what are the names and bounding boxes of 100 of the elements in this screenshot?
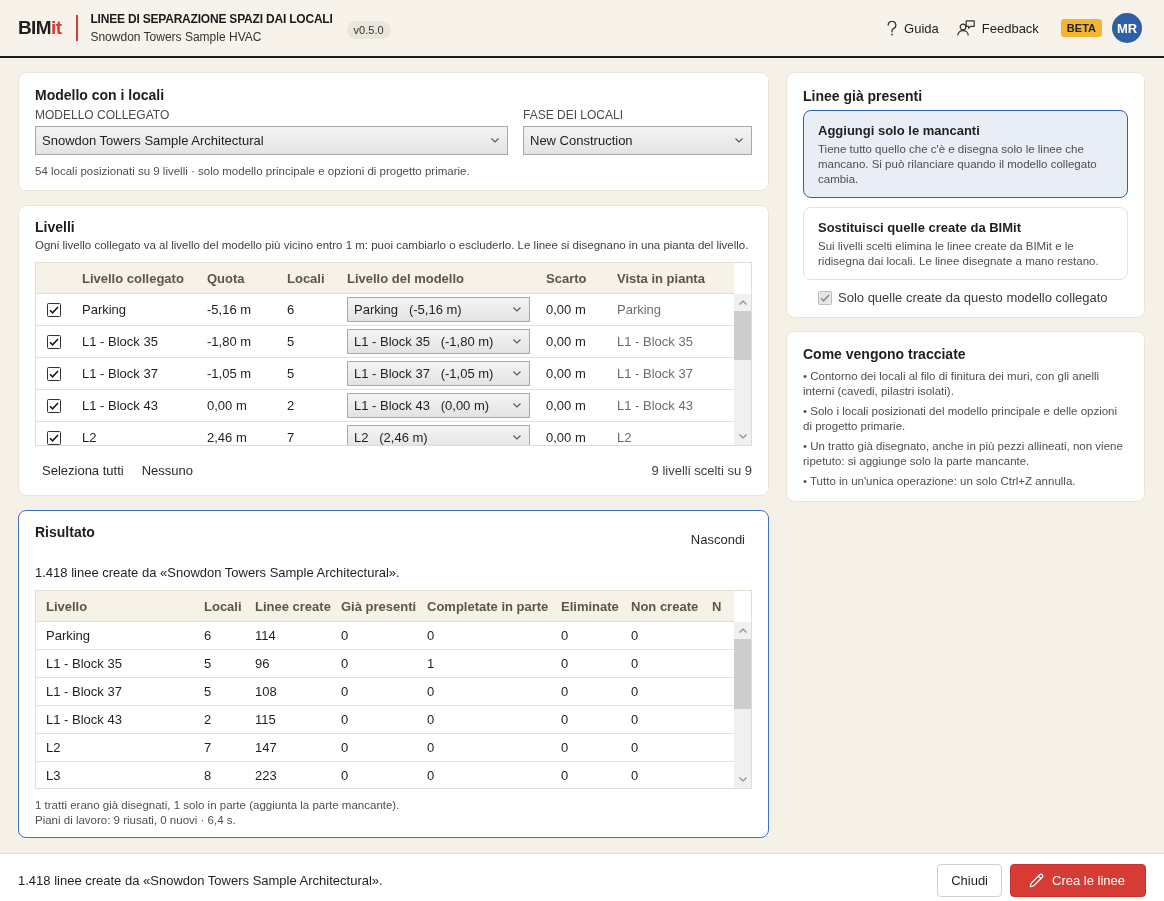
table-cell-text: L1 - Block 35	[45, 656, 122, 671]
table-cell: -1,05 m	[207, 366, 252, 381]
scroll-down-icon[interactable]	[738, 434, 747, 439]
dropdown-field[interactable]: New Construction	[523, 126, 752, 155]
table-cell-text: 0	[340, 712, 349, 727]
table-cell: 5	[287, 366, 295, 381]
table-cell: L1 - Block 43	[82, 398, 158, 413]
card-title: Livelli	[35, 218, 76, 236]
level-select[interactable]: L1 - Block 37 (-1,05 m)	[347, 361, 530, 386]
chevron-down-icon	[513, 371, 521, 376]
level-select[interactable]: L1 - Block 43 (0,00 m)	[347, 393, 530, 418]
card-title: Risultato	[35, 523, 95, 541]
help-link[interactable]: Guida	[885, 16, 941, 40]
table-cell-text: 0	[426, 628, 435, 643]
table-cell-text: 147	[254, 740, 277, 755]
table-cell-text: 0	[560, 712, 569, 727]
level-select[interactable]: Parking (-5,16 m)	[347, 297, 530, 322]
checkbox[interactable]	[47, 398, 61, 413]
chevron-down-icon	[491, 138, 499, 143]
table-cell-text: 0	[560, 684, 569, 699]
status-text: 1.418 linee create da «Snowdon Towers Sample Architectural».	[18, 873, 383, 888]
table-cell-text: 0	[630, 656, 639, 671]
table-cell: 0,00 m	[546, 334, 586, 349]
table-cell-text: 0	[340, 768, 349, 783]
table-cell: L1 - Block 35	[82, 334, 158, 349]
result-note: 1 tratti erano già disegnati, 1 solo in parte (aggiunta la parte mancante).	[35, 798, 401, 813]
table-cell-text: 0	[630, 712, 639, 727]
table-cell: 7	[287, 430, 295, 445]
table-cell: 6	[287, 302, 295, 317]
level-select[interactable]: L1 - Block 35 (-1,80 m)	[347, 329, 530, 354]
app-title: LINEE DI SEPARAZIONE SPAZI DAI LOCALI	[90, 12, 333, 26]
selection-button[interactable]: Nessuno	[134, 459, 200, 481]
column-header: Vista in pianta	[617, 270, 706, 286]
bullet-text: • Un tratto già disegnato, anche in più pezzi allineati, non viene ripetuto: si aggiunge solo la parte mancante.	[803, 439, 1124, 469]
table-cell-text: 223	[254, 768, 277, 783]
selection-button[interactable]: Seleziona tutti	[35, 459, 131, 481]
hide-button[interactable]: Nascondi	[683, 529, 752, 550]
table-cell-text: 0	[340, 740, 349, 755]
chevron-down-icon	[735, 138, 743, 143]
option-card[interactable]: Aggiungi solo le mancanti Tiene tutto quello che c'è e disegna solo le linee che mancano. Si può rilanciare quando il modello collegato cambia.	[803, 110, 1128, 198]
checkbox[interactable]	[47, 430, 61, 445]
table-cell: 0,00 m	[207, 398, 247, 413]
scrollbar[interactable]	[734, 294, 751, 445]
checkbox[interactable]	[47, 366, 61, 381]
column-header: Locali	[203, 598, 243, 614]
column-header: Non create	[630, 598, 700, 614]
dropdown-field[interactable]: Snowdon Towers Sample Architectural	[35, 126, 508, 155]
help-icon	[887, 20, 898, 36]
table-cell-text: L3	[45, 768, 61, 783]
result-note: Piani di lavoro: 9 riusati, 0 nuovi · 6,4 s.	[35, 813, 237, 828]
card-title: Come vengono tracciate	[803, 345, 967, 363]
checkbox[interactable]	[47, 334, 61, 349]
option-title: Aggiungi solo le mancanti	[818, 122, 981, 139]
chevron-down-icon	[513, 435, 521, 440]
column-header: Già presenti	[340, 598, 417, 614]
table-cell: 0,00 m	[546, 398, 586, 413]
create-lines-button[interactable]: Crea le linee	[1010, 864, 1146, 897]
option-description: Tiene tutto quello che c'è e disegna solo le linee che mancano. Si può rilanciare quando il modello collegato cambia.	[818, 142, 1098, 187]
table-cell: L2	[617, 430, 632, 445]
column-header: Linee create	[254, 598, 331, 614]
pencil-icon	[1029, 873, 1044, 888]
card-title: Linee già presenti	[803, 87, 924, 105]
scrollbar[interactable]	[734, 622, 751, 788]
table-cell-text: 0	[560, 656, 569, 671]
option-card[interactable]: Sostituisci quelle create da BIMit Sui livelli scelti elimina le linee create da BIMit e le ridisegna dai locali. Le linee disegnate a mano restano.	[803, 207, 1128, 280]
table-cell: L1 - Block 37	[617, 366, 693, 381]
table-cell-text: L1 - Block 43	[45, 712, 122, 727]
checkbox-label: Solo quelle create da questo modello collegato	[838, 290, 1108, 305]
project-name: Snowdon Towers Sample HVAC	[90, 30, 263, 44]
table-cell-text: 1	[426, 656, 435, 671]
option-title: Sostituisci quelle create da BIMit	[818, 219, 1022, 236]
table-cell: L1 - Block 37	[82, 366, 158, 381]
card-title: Modello con i locali	[35, 86, 166, 104]
scroll-up-icon[interactable]	[738, 300, 747, 305]
model-note: 54 locali posizionati su 9 livelli · solo modello principale e opzioni di progetto primarie.	[35, 164, 471, 178]
scrollbar-thumb[interactable]	[734, 639, 751, 709]
checkbox[interactable]	[47, 302, 61, 317]
scroll-down-icon[interactable]	[738, 777, 747, 782]
close-button[interactable]: Chiudi	[937, 864, 1002, 897]
user-avatar[interactable]: MR	[1112, 13, 1142, 43]
scroll-up-icon[interactable]	[738, 628, 747, 633]
table-cell: 2,46 m	[207, 430, 247, 445]
table-cell-text: L2	[45, 740, 61, 755]
table-cell-text: 0	[630, 740, 639, 755]
level-select[interactable]: L2 (2,46 m)	[347, 425, 530, 445]
feedback-icon	[956, 20, 975, 36]
table-cell-text: 0	[426, 684, 435, 699]
table-cell-text: 96	[254, 656, 270, 671]
table-cell: L1 - Block 35	[617, 334, 693, 349]
table-cell-text: 2	[203, 712, 212, 727]
table-cell-text: 114	[254, 628, 276, 643]
feedback-link[interactable]: Feedback	[954, 16, 1041, 40]
table-cell: L2	[82, 430, 97, 445]
scrollbar-thumb[interactable]	[734, 311, 751, 360]
table-cell-text: 0	[340, 656, 349, 671]
table-cell-text: 0	[560, 628, 569, 643]
column-header: Scarto	[546, 270, 588, 286]
chevron-down-icon	[513, 403, 521, 408]
bullet-text: • Solo i locali posizionati del modello principale e delle opzioni di progetto primarie.	[803, 404, 1119, 434]
table-cell-text: 0	[340, 628, 349, 643]
